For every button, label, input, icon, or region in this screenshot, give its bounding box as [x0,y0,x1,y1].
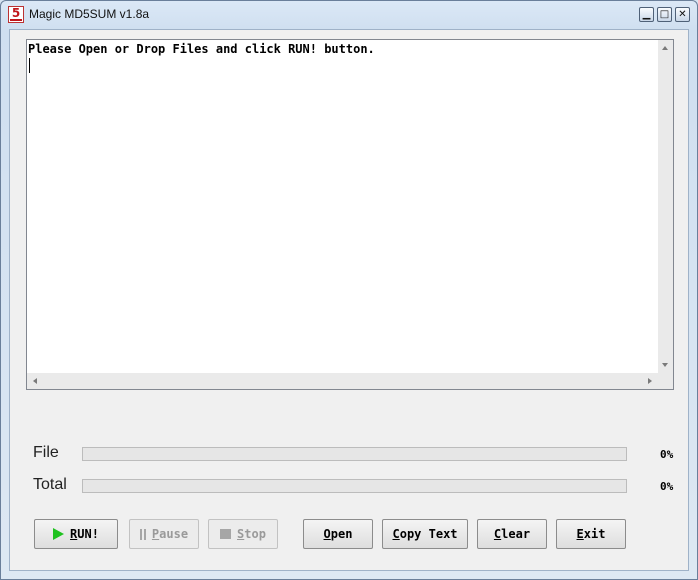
scroll-down-icon[interactable] [662,363,668,367]
window-title: Magic MD5SUM v1.8a [29,7,150,21]
clear-button[interactable]: Clear [477,519,547,549]
run-button-label: RUN! [70,527,99,541]
total-progress-label: Total [33,476,67,493]
open-button-label: Open [323,527,353,541]
stop-button-label: Stop [237,527,266,541]
total-progress-percent: 0% [660,480,674,493]
horizontal-scrollbar[interactable] [27,373,658,389]
output-textarea[interactable]: Please Open or Drop Files and click RUN!… [26,39,674,390]
pause-button[interactable]: Pause [129,519,199,549]
exit-button[interactable]: Exit [556,519,626,549]
title-bar[interactable]: 5 Magic MD5SUM v1.8a ▁ □ ✕ [1,1,697,29]
stop-button[interactable]: Stop [208,519,278,549]
file-progress-percent: 0% [660,448,674,461]
client-area: Please Open or Drop Files and click RUN!… [9,29,689,571]
scrollbar-corner [658,373,673,389]
file-progress-label: File [33,444,59,461]
app-window: 5 Magic MD5SUM v1.8a ▁ □ ✕ Please Open o… [0,0,698,580]
stop-icon [220,529,232,539]
pause-icon [139,528,146,540]
copy-text-button-label: Copy Text [392,527,458,541]
close-button[interactable]: ✕ [675,7,690,22]
app-logo-icon[interactable]: 5 [8,6,24,23]
scroll-right-icon[interactable] [648,378,652,384]
text-caret [29,58,30,73]
total-progress-bar [82,479,627,493]
output-text: Please Open or Drop Files and click RUN!… [28,42,375,56]
pause-button-label: Pause [151,527,189,541]
copy-text-button[interactable]: Copy Text [382,519,468,549]
minimize-button[interactable]: ▁ [639,7,654,22]
vertical-scrollbar[interactable] [658,40,673,373]
file-progress-bar [82,447,627,461]
scroll-up-icon[interactable] [662,46,668,50]
maximize-button[interactable]: □ [657,7,672,22]
open-button[interactable]: Open [303,519,373,549]
clear-button-label: Clear [493,527,531,541]
run-button[interactable]: RUN! [34,519,118,549]
scroll-left-icon[interactable] [33,378,37,384]
play-icon [53,528,65,540]
exit-button-label: Exit [576,527,606,541]
